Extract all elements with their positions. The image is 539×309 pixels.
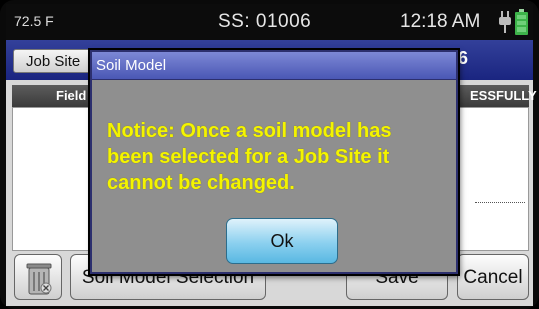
- clock: 12:18 AM: [400, 11, 481, 32]
- temperature-readout: 72.5 F: [14, 13, 54, 29]
- soil-model-dialog: Soil Model Notice: Once a soil model has…: [90, 50, 458, 274]
- cancel-button[interactable]: Cancel: [457, 254, 529, 300]
- column-header-field: Field: [56, 88, 87, 103]
- dialog-title: Soil Model: [96, 57, 167, 74]
- power-plug-icon: [498, 11, 512, 33]
- page-title-fragment: 6: [458, 48, 469, 68]
- row-divider: [475, 202, 525, 203]
- ok-button[interactable]: Ok: [226, 218, 338, 264]
- trash-can-icon: [25, 261, 53, 301]
- dialog-message: Notice: Once a soil model has been selec…: [107, 120, 392, 194]
- serial-number: SS: 01006: [218, 11, 312, 32]
- battery-icon: [515, 9, 528, 35]
- delete-button[interactable]: [14, 254, 62, 300]
- status-bar: 72.5 F SS: 01006 12:18 AM: [6, 4, 533, 40]
- device-frame: 72.5 F SS: 01006 12:18 AM Job Site 6 Fie…: [0, 0, 539, 309]
- column-header-status: ESSFULLY: [470, 88, 537, 103]
- dialog-header: Soil Model: [92, 52, 456, 80]
